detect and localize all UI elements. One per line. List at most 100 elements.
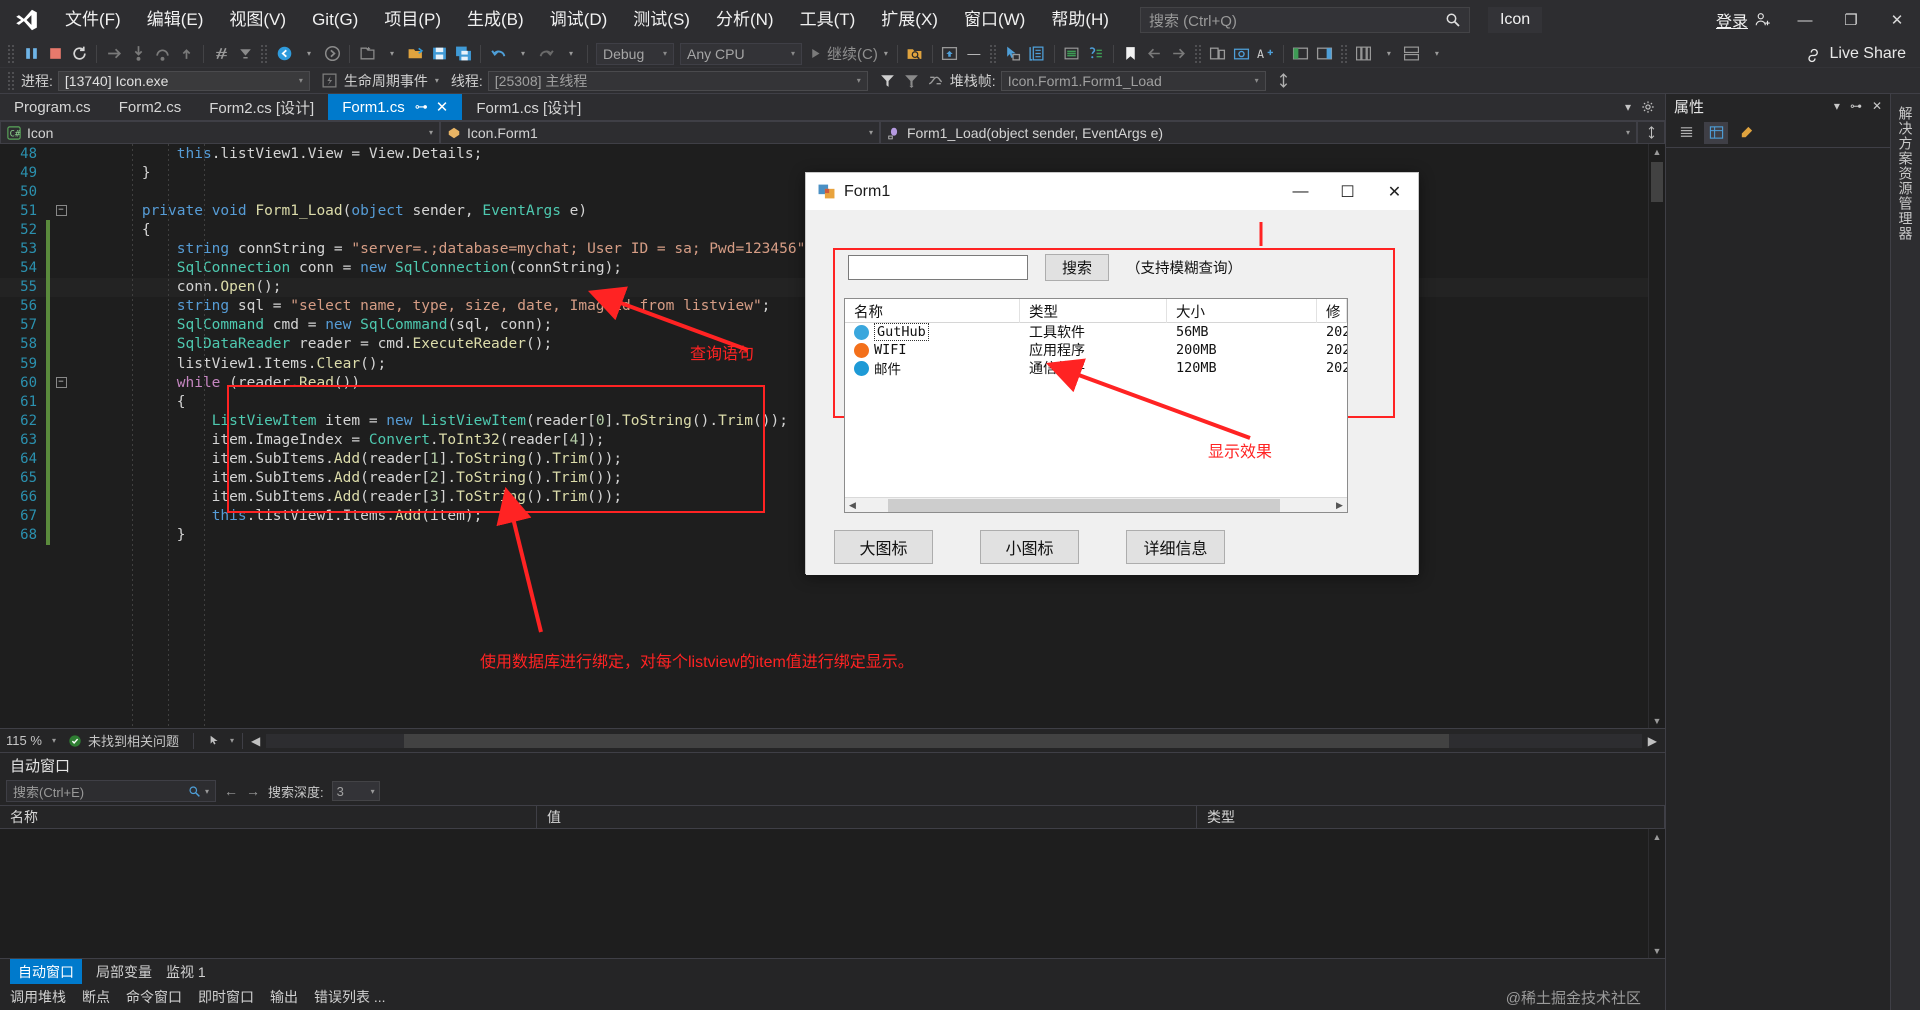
autos-grid-body[interactable]: ▲ ▼ <box>0 829 1665 958</box>
scroll-left-arrow[interactable]: ◀ <box>845 500 860 511</box>
zoom-level-combo[interactable]: 115 % ▾ <box>0 733 62 748</box>
close-icon[interactable]: ✕ <box>1872 99 1882 113</box>
window-close-button[interactable]: ✕ <box>1874 0 1920 40</box>
form1-maximize-button[interactable]: ☐ <box>1324 173 1371 210</box>
menu-help[interactable]: 帮助(H) <box>1038 0 1122 40</box>
code-text[interactable]: { <box>72 222 151 238</box>
close-icon[interactable]: ✕ <box>436 98 449 116</box>
search-prev-button[interactable]: ← <box>224 783 238 799</box>
scrollbar-thumb[interactable] <box>1651 162 1663 202</box>
search-next-button[interactable]: → <box>246 783 260 799</box>
xaml-live-tree-button[interactable] <box>1025 42 1049 66</box>
thread-combo[interactable]: [25308] 主线程 ▾ <box>487 70 868 91</box>
layout-right-button[interactable] <box>1313 42 1337 66</box>
autos-column-type[interactable]: 类型 <box>1197 805 1665 829</box>
parallel-stacks-icon[interactable] <box>924 69 948 93</box>
scroll-down-arrow[interactable]: ▼ <box>1649 943 1665 958</box>
tab-form2-designer[interactable]: Form2.cs [设计] <box>195 94 328 120</box>
search-depth-combo[interactable]: 3 ▾ <box>331 781 380 801</box>
code-text[interactable]: SqlDataReader reader = cmd.ExecuteReader… <box>72 336 552 352</box>
tab-list-dropdown-icon[interactable]: ▾ <box>1625 100 1631 114</box>
navbar-split-button[interactable] <box>1637 121 1665 144</box>
scrollbar-thumb[interactable] <box>403 733 1450 748</box>
form1-title-bar[interactable]: Form1 — ☐ ✕ <box>806 173 1418 210</box>
scroll-left-arrow[interactable]: ◀ <box>251 734 260 748</box>
screenshot-button[interactable] <box>1230 42 1254 66</box>
step-over-button[interactable] <box>150 42 174 66</box>
menu-edit[interactable]: 编辑(E) <box>134 0 217 40</box>
autos-column-value[interactable]: 值 <box>537 805 1197 829</box>
stackframe-combo[interactable]: Icon.Form1.Form1_Load ▾ <box>1000 70 1266 91</box>
editor-horizontal-scrollbar[interactable] <box>266 733 1642 748</box>
status-command-window[interactable]: 命令窗口 <box>126 987 182 1007</box>
listview-row[interactable]: GutHub 工具软件 56MB 202 <box>845 323 1347 341</box>
navbar-member-combo[interactable]: Form1_Load(object sender, EventArgs e) ▾ <box>880 121 1637 144</box>
restart-button[interactable] <box>67 42 91 66</box>
code-text[interactable]: SqlConnection conn = new SqlConnection(c… <box>72 260 622 276</box>
redo-button[interactable] <box>534 42 558 66</box>
status-breakpoints[interactable]: 断点 <box>82 987 110 1007</box>
menu-git[interactable]: Git(G) <box>299 0 371 40</box>
menu-test[interactable]: 测试(S) <box>620 0 703 40</box>
undo-button[interactable] <box>486 42 510 66</box>
pin-icon[interactable]: ⊶ <box>415 99 428 115</box>
search-input[interactable] <box>848 255 1028 280</box>
listview-horizontal-scrollbar[interactable]: ◀ ▶ <box>845 497 1347 512</box>
small-icons-button[interactable]: 小图标 <box>980 530 1079 564</box>
toolbar-grip[interactable] <box>1193 43 1203 64</box>
previous-bookmark-button[interactable] <box>1143 42 1167 66</box>
quick-action-button[interactable] <box>1084 42 1108 66</box>
process-combo[interactable]: [13740] Icon.exe ▾ <box>57 70 310 91</box>
tab-autos[interactable]: 自动窗口 <box>10 958 82 985</box>
sign-in-button[interactable]: 登录 <box>1706 8 1782 32</box>
code-text[interactable]: conn.Open(); <box>72 279 282 295</box>
layout-left-button[interactable] <box>1289 42 1313 66</box>
status-output[interactable]: 输出 <box>270 987 298 1007</box>
autos-vertical-scrollbar[interactable]: ▲ ▼ <box>1648 829 1665 958</box>
toolbar-grip[interactable] <box>988 43 998 64</box>
save-all-button[interactable] <box>451 42 475 66</box>
menu-debug[interactable]: 调试(D) <box>537 0 621 40</box>
tab-form1-designer[interactable]: Form1.cs [设计] <box>462 94 595 120</box>
undo-dropdown[interactable]: ▾ <box>510 42 534 66</box>
pause-button[interactable] <box>19 42 43 66</box>
status-call-stack[interactable]: 调用堆栈 <box>10 987 66 1007</box>
menu-file[interactable]: 文件(F) <box>52 0 134 40</box>
tab-form1-cs[interactable]: Form1.cs ⊶ ✕ <box>328 94 463 120</box>
edit-pointer-icon[interactable] <box>208 734 222 748</box>
scroll-right-arrow[interactable]: ▶ <box>1648 734 1657 748</box>
large-icons-button[interactable]: 大图标 <box>834 530 933 564</box>
chevron-down-icon[interactable]: ▾ <box>1834 99 1840 113</box>
form1-minimize-button[interactable]: — <box>1277 173 1324 210</box>
column-type[interactable]: 类型 <box>1020 299 1167 323</box>
new-project-button[interactable] <box>355 42 379 66</box>
solution-configuration-combo[interactable]: Debug ▾ <box>596 42 674 65</box>
window-minimize-button[interactable]: — <box>1782 0 1828 40</box>
column-date[interactable]: 修 <box>1317 299 1347 323</box>
menu-tools[interactable]: 工具(T) <box>787 0 869 40</box>
select-element-button[interactable] <box>1001 42 1025 66</box>
alphabetical-view-button[interactable] <box>1704 121 1728 144</box>
save-button[interactable] <box>427 42 451 66</box>
collapse-icon[interactable]: − <box>55 205 67 217</box>
scroll-down-arrow[interactable]: ▼ <box>1649 713 1665 728</box>
column-name[interactable]: 名称 <box>845 299 1020 323</box>
navigate-backward-button[interactable] <box>272 42 296 66</box>
tab-locals[interactable]: 局部变量 <box>96 962 152 982</box>
listview-row[interactable]: WIFI 应用程序 200MB 202 <box>845 341 1347 359</box>
toolbar-grip[interactable] <box>7 43 16 64</box>
code-text[interactable]: this.listView1.View = View.Details; <box>72 146 483 162</box>
tab-program-cs[interactable]: Program.cs <box>0 94 105 120</box>
stackframe-expand-icon[interactable] <box>1272 69 1296 93</box>
panel-layout-dropdown[interactable]: ▾ <box>1376 42 1400 66</box>
panel-layout2-dropdown[interactable]: ▾ <box>1424 42 1448 66</box>
scroll-up-arrow[interactable]: ▲ <box>1649 144 1665 159</box>
quick-search-input[interactable]: 搜索 (Ctrl+Q) <box>1139 7 1470 33</box>
window-restore-button[interactable]: ❐ <box>1828 0 1874 40</box>
new-project-dropdown[interactable]: ▾ <box>379 42 403 66</box>
toolbar-grip[interactable] <box>260 43 269 64</box>
code-text[interactable]: private void Form1_Load(object sender, E… <box>72 203 587 219</box>
step-into-button[interactable] <box>126 42 150 66</box>
chevron-down-icon[interactable]: ▾ <box>205 787 209 796</box>
autos-search-input[interactable]: 搜索(Ctrl+E) ▾ <box>6 780 216 802</box>
